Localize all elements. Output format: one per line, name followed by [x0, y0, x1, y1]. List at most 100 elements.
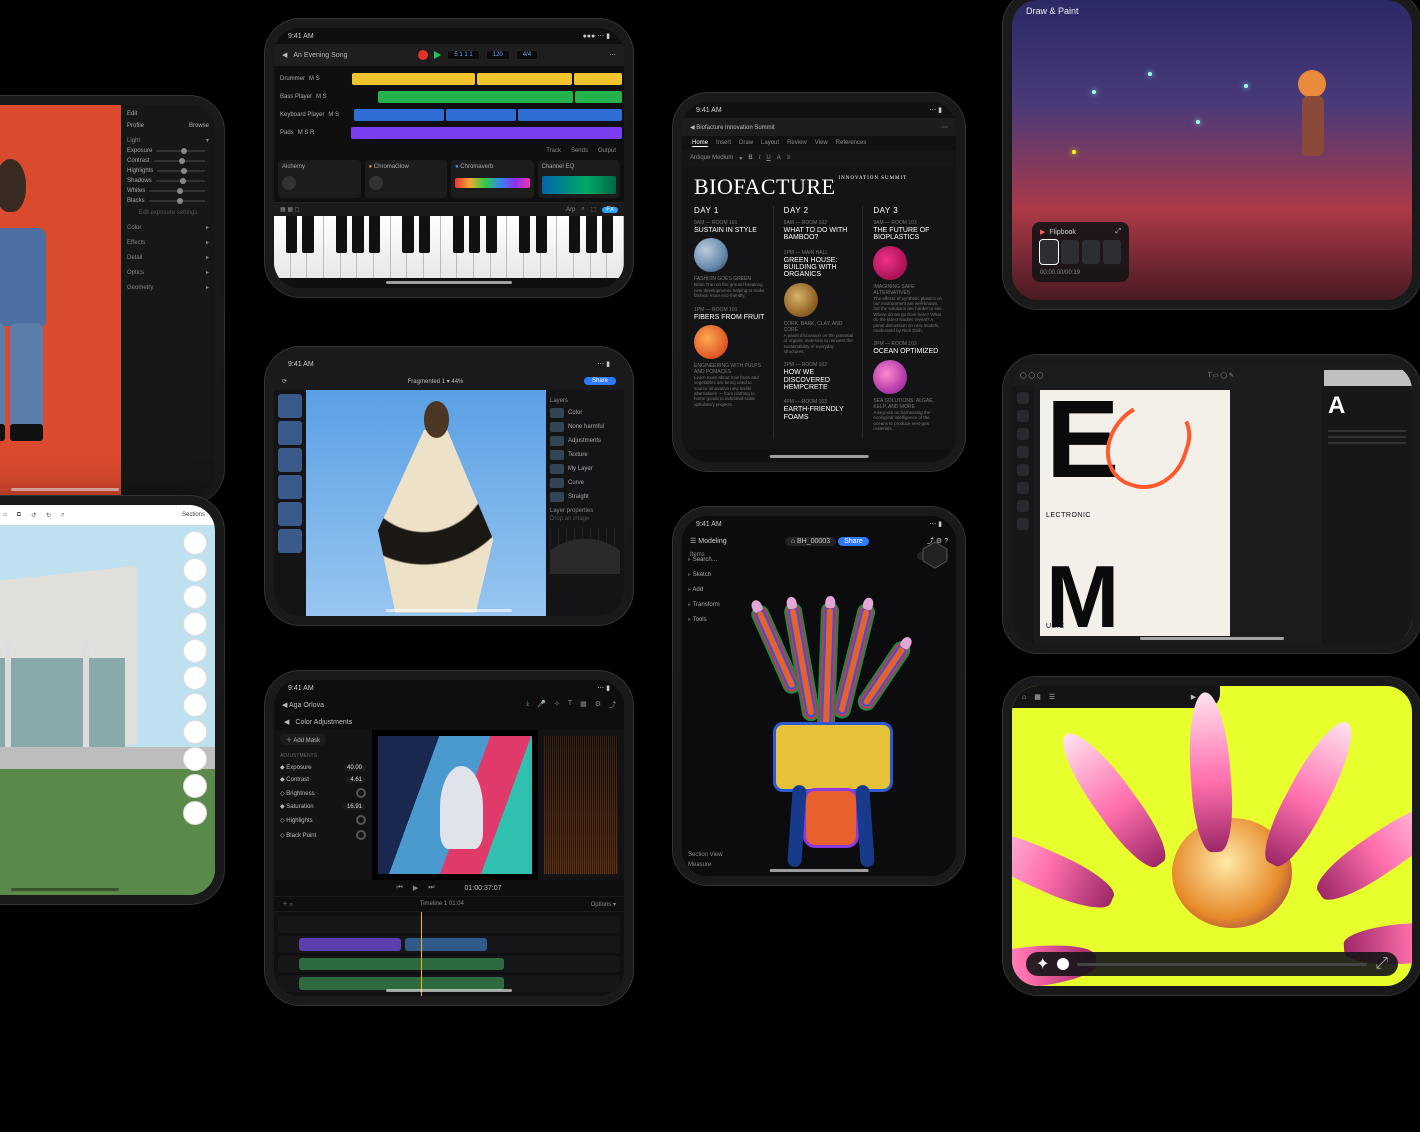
tab-review[interactable]: Review [787, 140, 807, 146]
tool-move[interactable] [183, 720, 207, 744]
font-picker[interactable]: Antique Medium [690, 155, 733, 161]
tool-push[interactable] [183, 693, 207, 717]
lcd-tempo[interactable]: 120 [486, 50, 510, 60]
side-search[interactable]: Search… [688, 556, 720, 563]
tool-shape[interactable] [1017, 410, 1029, 422]
tool-pen[interactable] [1017, 428, 1029, 440]
slider-whites[interactable]: Whites [127, 188, 209, 194]
tool-paint[interactable] [183, 747, 207, 771]
view-cube[interactable] [920, 540, 950, 570]
tool-text[interactable] [1017, 446, 1029, 458]
photo-canvas[interactable] [0, 105, 121, 495]
row-brightness[interactable]: ◇ Brightness [280, 788, 366, 798]
project-name[interactable]: An Evening Song [293, 52, 347, 59]
row-blackpoint[interactable]: ◇ Black Point [280, 830, 366, 840]
lcd-timesig[interactable]: 4/4 [516, 50, 538, 60]
sections-button[interactable]: Sections [182, 512, 205, 518]
module-alchemy[interactable]: Alchemy [278, 160, 361, 198]
tab-references[interactable]: References [836, 140, 867, 146]
slider-contrast[interactable]: Contrast [127, 158, 209, 164]
media-icon[interactable]: ▦ [580, 700, 587, 710]
file-name[interactable]: Fragmented 1 ▾ 44% [408, 378, 464, 385]
tool-line[interactable] [183, 639, 207, 663]
expand-icon[interactable]: ⤢ [1375, 955, 1388, 973]
export-icon[interactable]: ⤴ [609, 700, 616, 710]
tool-orbit[interactable] [183, 531, 207, 555]
frame-4[interactable] [1103, 240, 1121, 264]
options-button[interactable]: Options ▾ [591, 901, 616, 908]
share-button[interactable]: Share [838, 537, 869, 546]
tab-view[interactable]: View [815, 140, 828, 146]
section-detail[interactable]: Detail▸ [127, 254, 209, 261]
prev-button[interactable]: ⏮ [397, 884, 403, 892]
import-icon[interactable]: ⤓ [526, 700, 529, 710]
tool-rect[interactable] [183, 666, 207, 690]
section-geometry[interactable]: Geometry▸ [127, 284, 209, 291]
side-transform[interactable]: Transform [688, 601, 720, 608]
tool-tape[interactable] [183, 801, 207, 825]
slider-highlights[interactable]: Highlights [127, 168, 209, 174]
artboard[interactable]: E LECTRONIC M USIC [1040, 390, 1230, 636]
fx-toggle[interactable]: FX [602, 207, 618, 213]
slider-blacks[interactable]: Blacks [127, 198, 209, 204]
module-chromaverb[interactable]: ● Chromaverb [451, 160, 534, 198]
tool-eyedrop[interactable] [1017, 518, 1029, 530]
timeline[interactable] [274, 912, 624, 996]
tool-brush[interactable] [1017, 464, 1029, 476]
frame-3[interactable] [1082, 240, 1100, 264]
tool-zoom[interactable] [183, 585, 207, 609]
file-chip[interactable]: ⌂ BH_00003 [785, 537, 836, 546]
text-icon[interactable]: T [568, 700, 572, 710]
back-button[interactable]: ◀ Biofacture Innovation Summit [690, 124, 775, 131]
document-page[interactable]: BIOFACTUREINNOVATION SUMMIT DAY 1 9AM — … [682, 166, 956, 449]
module-channel-eq[interactable]: Channel EQ [538, 160, 621, 198]
section-optics[interactable]: Optics▸ [127, 269, 209, 276]
side-add[interactable]: Add [688, 586, 720, 593]
tab-layout[interactable]: Layout [761, 140, 779, 146]
flipbook-panel[interactable]: ▶Flipbook⤢ 00:00.00/00:19 [1032, 222, 1129, 282]
side-tools[interactable]: Tools [688, 616, 720, 623]
frame-1[interactable] [1040, 240, 1058, 264]
section-effects[interactable]: Effects▸ [127, 239, 209, 246]
track-area[interactable]: DrummerM S Bass PlayerM S Keyboard Playe… [274, 66, 624, 146]
scopes[interactable] [538, 730, 624, 880]
row-highlights[interactable]: ◇ Highlights [280, 815, 366, 825]
tool-pointer[interactable] [1017, 392, 1029, 404]
tab-track[interactable]: Track [546, 148, 561, 154]
next-button[interactable]: ⏭ [428, 884, 434, 892]
frame-2[interactable] [1061, 240, 1079, 264]
sparkle-icon[interactable]: ✦ [1036, 954, 1049, 974]
measure[interactable]: Measure [688, 862, 723, 868]
slider-shadows[interactable]: Shadows [127, 178, 209, 184]
gear-icon[interactable]: ⚙ [595, 700, 601, 710]
tab-home[interactable]: Home [692, 140, 708, 147]
record-button[interactable] [418, 50, 428, 60]
thumbnail-strip[interactable] [274, 390, 306, 616]
tool-pan[interactable] [183, 558, 207, 582]
row-exposure[interactable]: ◆ Exposure40.00 [280, 764, 366, 771]
wand-icon[interactable]: ✧ [554, 700, 560, 710]
play-button[interactable]: ▶ [413, 884, 418, 892]
slider-exposure[interactable]: Exposure [127, 148, 209, 154]
tool-fill[interactable] [1017, 500, 1029, 512]
tab-insert[interactable]: Insert [716, 140, 731, 146]
section-color[interactable]: Color▸ [127, 224, 209, 231]
row-contrast[interactable]: ◆ Contrast4.61 [280, 776, 366, 783]
parameter-bar[interactable]: ✦ ⤢ [1026, 952, 1398, 976]
section-view[interactable]: Section View [688, 852, 723, 858]
artwork[interactable] [1012, 686, 1412, 986]
tab-draw[interactable]: Draw [739, 140, 753, 146]
back-button[interactable]: ◀ Aga Orlova [282, 701, 324, 709]
tab-sends[interactable]: Sends [571, 148, 588, 154]
arp-toggle[interactable]: Arp [566, 207, 575, 213]
side-sketch[interactable]: Sketch [688, 571, 720, 578]
tool-eraser[interactable] [1017, 482, 1029, 494]
share-button[interactable]: Share [584, 377, 616, 385]
row-profile[interactable]: ProfileBrowse [127, 123, 209, 129]
menu-button[interactable]: ⋯ [942, 124, 948, 131]
lcd-position[interactable]: 5 1 1 1 [447, 50, 479, 60]
module-chromaglow[interactable]: ● ChromaGlow [365, 160, 448, 198]
mic-icon[interactable]: 🎤 [537, 700, 546, 710]
add-mask-button[interactable]: ＋ Add Mask [280, 734, 326, 745]
play-button[interactable] [434, 51, 441, 59]
